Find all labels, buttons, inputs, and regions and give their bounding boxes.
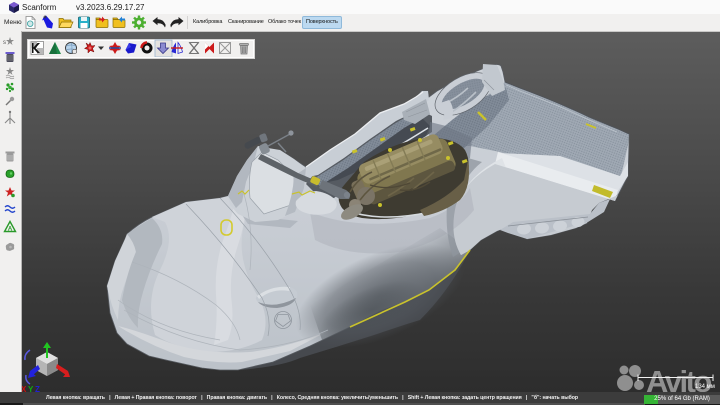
- svg-text:A: A: [8, 227, 13, 233]
- svg-text:134 мм: 134 мм: [695, 384, 715, 390]
- svg-text:s: s: [3, 40, 6, 46]
